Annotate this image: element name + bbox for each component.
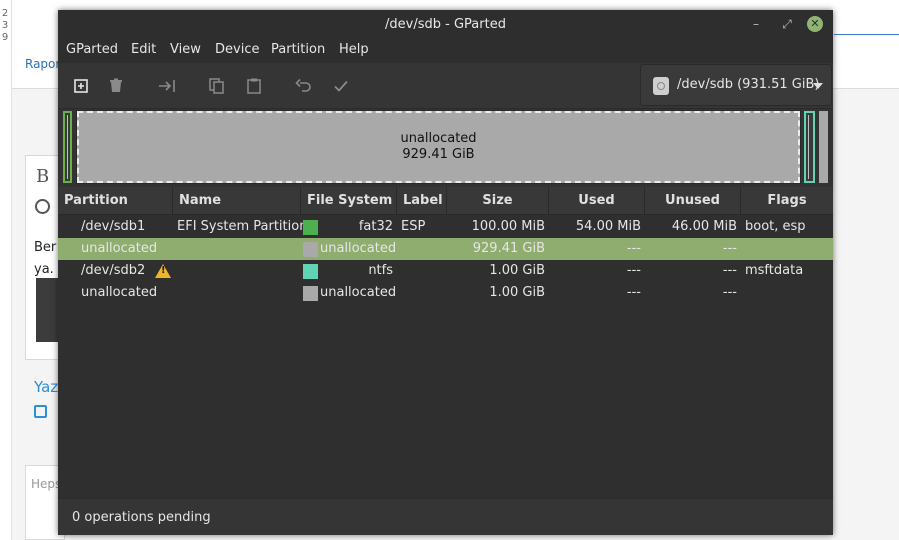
menu-bar: GParted Edit View Device Partition Help [58, 38, 833, 63]
gparted-window: /dev/sdb - GParted – ⤢ ✕ GParted Edit Vi… [58, 10, 833, 535]
device-label: /dev/sdb (931.51 GiB) [677, 77, 820, 92]
table-row[interactable]: /dev/sdb1 EFI System Partition fat32 ESP… [58, 216, 833, 238]
cell-used: --- [626, 263, 641, 278]
post-card-letter: B [36, 166, 50, 187]
menu-partition[interactable]: Partition [271, 42, 325, 57]
cell-partition: /dev/sdb2 [81, 263, 146, 278]
cell-file-system: fat32 [358, 219, 393, 234]
paste-icon[interactable] [244, 76, 264, 96]
cell-size: 1.00 GiB [489, 263, 545, 278]
post-thumbnail[interactable] [36, 278, 60, 342]
fs-color-swatch [303, 286, 318, 301]
partition-graphic: unallocated 929.41 GiB [58, 109, 833, 187]
col-flags[interactable]: Flags [741, 187, 833, 215]
cell-file-system: ntfs [368, 263, 393, 278]
warning-mark: ! [161, 265, 166, 276]
page-left-strip: 2 3 9 [0, 0, 12, 540]
partition-table: Partition Name File System Label Size Us… [58, 187, 833, 498]
new-partition-icon[interactable] [71, 76, 91, 96]
close-button[interactable]: ✕ [807, 16, 823, 32]
window-title: /dev/sdb - GParted [385, 17, 506, 32]
apply-icon[interactable] [331, 76, 351, 96]
col-file-system[interactable]: File System [301, 187, 397, 215]
cell-size: 929.41 GiB [472, 241, 545, 256]
copy-icon[interactable] [207, 76, 227, 96]
status-bar: 0 operations pending [58, 498, 833, 535]
graphic-segment-sdb2[interactable] [804, 111, 815, 183]
maximize-button[interactable]: ⤢ [778, 15, 796, 33]
menu-view[interactable]: View [170, 42, 201, 57]
menu-gparted[interactable]: GParted [66, 42, 118, 57]
cell-size: 1.00 GiB [489, 285, 545, 300]
cell-used: --- [626, 241, 641, 256]
title-bar[interactable]: /dev/sdb - GParted – ⤢ ✕ [58, 10, 833, 38]
search-placeholder: Heps [31, 477, 62, 491]
minimize-button[interactable]: – [747, 15, 765, 33]
post-card-text: Ber ya. [34, 240, 57, 277]
graphic-unallocated-label: unallocated 929.41 GiB [400, 131, 477, 162]
cell-flags: msftdata [745, 263, 804, 278]
cell-partition: /dev/sdb1 [81, 219, 146, 234]
write-link[interactable]: Yaz [34, 378, 58, 396]
graphic-segment-unallocated-2[interactable] [819, 111, 828, 183]
cell-unused: --- [722, 285, 737, 300]
table-header: Partition Name File System Label Size Us… [58, 187, 833, 215]
menu-help[interactable]: Help [339, 42, 369, 57]
col-partition[interactable]: Partition [58, 187, 173, 215]
page-counter-digits: 2 3 9 [1, 8, 9, 43]
toolbar: /dev/sdb (931.51 GiB) [58, 63, 833, 109]
delete-icon[interactable] [106, 76, 126, 96]
cell-file-system: unallocated [320, 285, 397, 300]
cell-unused: --- [722, 263, 737, 278]
checkbox[interactable] [34, 405, 47, 418]
menu-edit[interactable]: Edit [131, 42, 156, 57]
operations-pending-status: 0 operations pending [72, 510, 211, 525]
menu-device[interactable]: Device [215, 42, 259, 57]
fs-color-swatch [303, 220, 318, 235]
fs-color-swatch [303, 242, 318, 257]
col-used[interactable]: Used [549, 187, 645, 215]
col-unused[interactable]: Unused [645, 187, 741, 215]
graphic-segment-sdb1[interactable] [63, 111, 72, 183]
table-row[interactable]: unallocated unallocated 1.00 GiB --- --- [58, 282, 833, 304]
col-name[interactable]: Name [173, 187, 301, 215]
cell-unused: 46.00 MiB [671, 219, 737, 234]
cell-partition: unallocated [81, 241, 158, 256]
table-row-selected[interactable]: unallocated unallocated 929.41 GiB --- -… [58, 238, 833, 260]
col-size[interactable]: Size [447, 187, 549, 215]
fs-color-swatch [303, 264, 318, 279]
col-label[interactable]: Label [397, 187, 447, 215]
gear-icon[interactable] [35, 199, 50, 214]
cell-name: EFI System Partition [177, 219, 308, 234]
cell-size: 100.00 MiB [471, 219, 545, 234]
cell-used: --- [626, 285, 641, 300]
cell-partition: unallocated [81, 285, 158, 300]
chevron-down-icon [813, 83, 823, 89]
device-selector[interactable]: /dev/sdb (931.51 GiB) [640, 64, 832, 106]
cell-unused: --- [722, 241, 737, 256]
table-row[interactable]: /dev/sdb2 ! ntfs 1.00 GiB --- --- msftda… [58, 260, 833, 282]
cell-used: 54.00 MiB [575, 219, 641, 234]
report-link[interactable]: Rapor [25, 57, 60, 71]
cell-label: ESP [401, 219, 426, 234]
undo-icon[interactable] [294, 76, 314, 96]
cell-flags: boot, esp [745, 219, 806, 234]
cell-file-system: unallocated [320, 241, 397, 256]
resize-move-icon[interactable] [157, 76, 177, 96]
disk-icon [653, 77, 669, 95]
page-underline [834, 34, 899, 35]
graphic-segment-unallocated[interactable]: unallocated 929.41 GiB [76, 110, 801, 184]
